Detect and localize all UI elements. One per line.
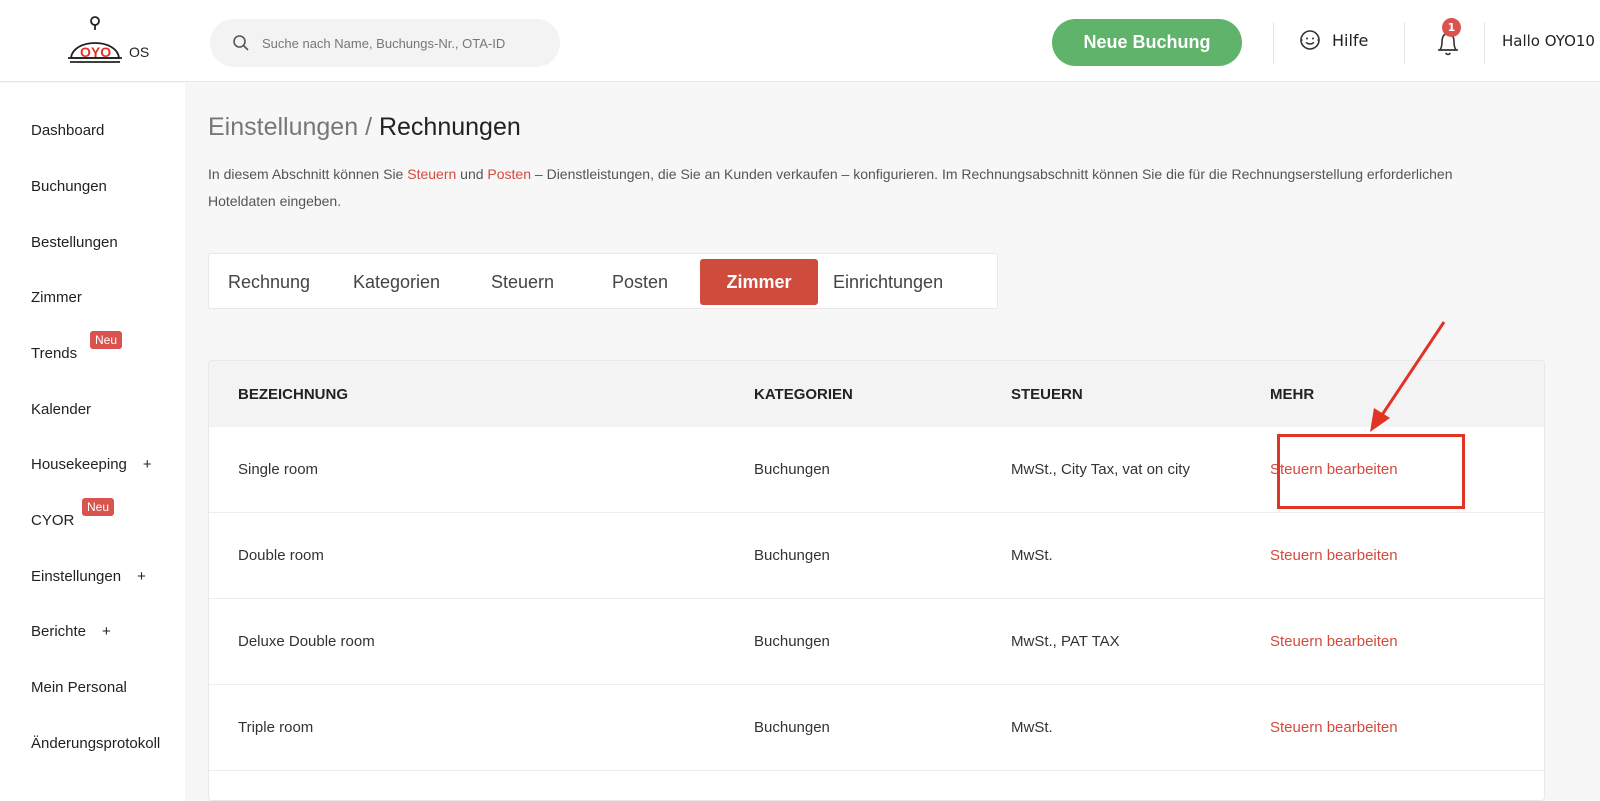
breadcrumb-separator: / xyxy=(358,113,379,141)
expand-plus-icon[interactable]: + xyxy=(102,623,111,640)
tab-zimmer[interactable]: Zimmer xyxy=(700,259,818,305)
sidebar-item-dashboard[interactable]: Dashboard xyxy=(31,122,104,139)
table-header: BEZEICHNUNG KATEGORIEN STEUERN MEHR xyxy=(209,361,1544,427)
sidebar-item-trends[interactable]: Trends xyxy=(31,345,77,362)
tab-steuern[interactable]: Steuern xyxy=(491,259,554,305)
annotation-arrow-icon xyxy=(1370,321,1446,432)
room-name: Deluxe Double room xyxy=(238,633,375,650)
breadcrumb-parent[interactable]: Einstellungen xyxy=(208,113,358,141)
sidebar-item-label: CYOR xyxy=(31,512,75,529)
sidebar-item-label: Zimmer xyxy=(31,289,82,306)
search-input[interactable] xyxy=(262,35,552,51)
room-name: Single room xyxy=(238,461,319,478)
sidebar-item-mein-personal[interactable]: Mein Personal xyxy=(31,679,127,696)
column-header-taxes: STEUERN xyxy=(1011,386,1083,403)
edit-taxes-link[interactable]: Steuern bearbeiten xyxy=(1270,547,1398,564)
rooms-table: BEZEICHNUNG KATEGORIEN STEUERN MEHR Sing… xyxy=(208,360,1545,801)
room-name: Triple room xyxy=(238,719,314,736)
room-category: Buchungen xyxy=(754,461,830,478)
room-taxes: MwSt., PAT TAX xyxy=(1011,633,1120,650)
room-taxes: MwSt., City Tax, vat on city xyxy=(1011,461,1190,478)
sidebar-item-label: Änderungsprotokoll xyxy=(31,735,161,752)
notification-count-badge: 1 xyxy=(1442,18,1461,37)
taxes-link[interactable]: Steuern xyxy=(407,166,456,182)
sidebar-nav: Dashboard Buchungen Bestellungen Zimmer … xyxy=(0,83,185,801)
logo-suffix: OS xyxy=(129,44,149,60)
header-divider xyxy=(1404,22,1405,64)
column-header-more: MEHR xyxy=(1270,386,1315,403)
tab-posten[interactable]: Posten xyxy=(612,259,668,305)
sidebar-item-kalender[interactable]: Kalender xyxy=(31,401,91,418)
expand-plus-icon[interactable]: + xyxy=(137,568,146,585)
sidebar-item-buchungen[interactable]: Buchungen xyxy=(31,178,107,195)
column-header-name: BEZEICHNUNG xyxy=(238,386,349,403)
help-support-icon xyxy=(1300,30,1320,50)
room-category: Buchungen xyxy=(754,547,830,564)
sidebar-item-label: Housekeeping xyxy=(31,456,127,473)
sidebar-item-label: Dashboard xyxy=(31,122,105,139)
items-link[interactable]: Posten xyxy=(487,166,531,182)
sidebar-item-housekeeping[interactable]: Housekeeping + xyxy=(31,456,152,473)
room-taxes: MwSt. xyxy=(1011,719,1053,736)
new-badge: Neu xyxy=(90,331,123,349)
page-title: Rechnungen xyxy=(378,113,521,141)
room-category: Buchungen xyxy=(754,719,830,736)
search-bar xyxy=(210,19,560,67)
new-booking-button[interactable]: Neue Buchung xyxy=(1052,19,1242,66)
sidebar-item-zimmer[interactable]: Zimmer xyxy=(31,289,82,306)
table-row: Deluxe Double room Buchungen MwSt., PAT … xyxy=(209,599,1544,685)
help-button[interactable]: Hilfe xyxy=(1298,28,1368,52)
sidebar-item-aenderungsprotokoll[interactable]: Änderungsprotokoll xyxy=(31,735,160,752)
edit-taxes-link[interactable]: Steuern bearbeiten xyxy=(1270,633,1398,650)
sidebar-item-einstellungen[interactable]: Einstellungen + xyxy=(31,568,146,585)
table-row: Double room Buchungen MwSt. Steuern bear… xyxy=(209,513,1544,599)
logo-text: OYO xyxy=(80,44,111,60)
room-category: Buchungen xyxy=(754,633,830,650)
room-name: Double room xyxy=(238,547,324,564)
sidebar-item-berichte[interactable]: Berichte + xyxy=(31,623,111,640)
tab-kategorien[interactable]: Kategorien xyxy=(353,259,440,305)
tab-rechnung[interactable]: Rechnung xyxy=(228,259,310,305)
header-divider xyxy=(1273,22,1274,64)
sidebar-item-label: Einstellungen xyxy=(31,568,122,585)
new-badge: Neu xyxy=(82,498,115,516)
settings-tabs: Rechnung Kategorien Steuern Posten Zimme… xyxy=(208,253,998,309)
sidebar-item-label: Buchungen xyxy=(31,178,107,195)
description-text: und xyxy=(456,166,488,182)
section-description: In diesem Abschnitt können Sie Steuern u… xyxy=(208,161,1498,215)
oyo-os-logo[interactable]: OYO OS xyxy=(66,14,166,70)
table-row: Triple room Buchungen MwSt. Steuern bear… xyxy=(209,685,1544,771)
sidebar-item-cyor[interactable]: CYOR xyxy=(31,512,74,529)
sidebar-item-label: Trends xyxy=(31,345,78,362)
sidebar-item-label: Bestellungen xyxy=(31,234,118,251)
sidebar-item-label: Kalender xyxy=(31,401,92,418)
sidebar-item-label: Berichte xyxy=(31,623,87,640)
annotation-highlight-box xyxy=(1277,434,1465,509)
sidebar-item-label: Mein Personal xyxy=(31,679,127,696)
column-header-categories: KATEGORIEN xyxy=(754,386,853,403)
breadcrumb: Einstellungen / Rechnungen xyxy=(208,113,521,142)
sidebar-item-bestellungen[interactable]: Bestellungen xyxy=(31,234,118,251)
expand-plus-icon[interactable]: + xyxy=(143,456,152,473)
tab-einrichtungen[interactable]: Einrichtungen xyxy=(833,259,943,305)
top-header: OYO OS Neue Buchung Hilfe 1 Hallo OYO10 xyxy=(0,0,1600,82)
user-greeting[interactable]: Hallo OYO10 xyxy=(1502,32,1595,50)
help-label: Hilfe xyxy=(1332,30,1369,50)
edit-taxes-link[interactable]: Steuern bearbeiten xyxy=(1270,719,1398,736)
description-text: In diesem Abschnitt können Sie xyxy=(208,166,408,182)
search-icon xyxy=(233,35,249,51)
room-taxes: MwSt. xyxy=(1011,547,1053,564)
header-divider xyxy=(1484,22,1485,64)
